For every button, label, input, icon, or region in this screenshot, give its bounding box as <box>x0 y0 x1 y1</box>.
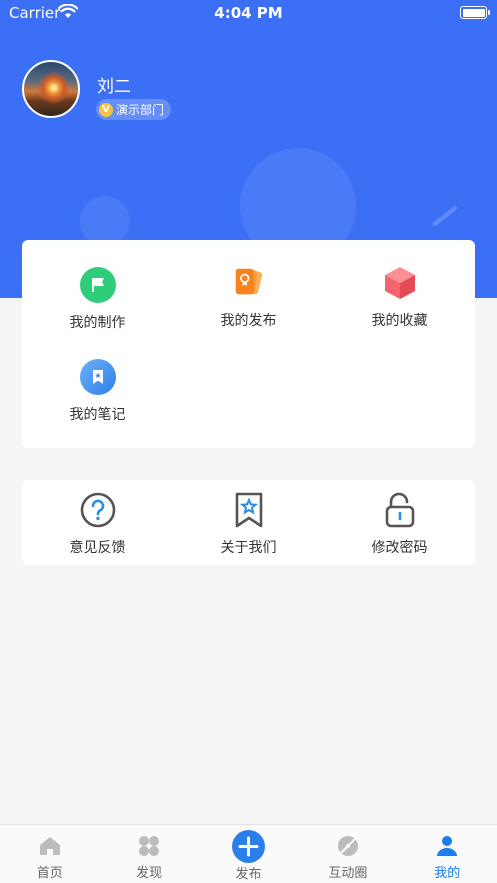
status-bar: Carrier 4:04 PM <box>0 0 497 26</box>
clover-icon <box>137 834 161 858</box>
tab-community-label: 互动圈 <box>328 866 368 881</box>
settings-card: 意见反馈 关于我们 修改密码 <box>22 480 475 565</box>
battery-icon <box>460 6 490 19</box>
my-publications-label: 我的发布 <box>220 313 277 329</box>
status-time: 4:04 PM <box>214 4 283 22</box>
unlock-icon <box>382 492 418 528</box>
tab-publish-label: 发布 <box>235 867 262 882</box>
feedback-button[interactable]: 意见反馈 <box>22 492 173 557</box>
department-badge: V 演示部门 <box>96 99 172 120</box>
avatar[interactable] <box>22 60 80 118</box>
compass-slash-icon <box>336 834 360 858</box>
features-card: 我的制作 我的发布 我的收藏 我的笔记 <box>22 240 475 448</box>
plus-icon <box>231 830 265 863</box>
bookmark-note-icon <box>79 359 116 395</box>
change-password-label: 修改密码 <box>371 540 428 556</box>
cards-icon <box>231 265 267 301</box>
about-us-button[interactable]: 关于我们 <box>173 492 324 557</box>
person-icon <box>435 834 459 858</box>
decor-line <box>431 205 459 227</box>
tab-publish[interactable]: 发布 <box>199 825 298 883</box>
bottom-tab-bar: 首页 发现 发布 互动圈 我的 <box>0 824 497 883</box>
my-productions-button[interactable]: 我的制作 <box>22 267 173 332</box>
home-icon <box>38 834 62 858</box>
tab-home[interactable]: 首页 <box>0 825 99 883</box>
department-label: 演示部门 <box>116 103 165 117</box>
my-publications-button[interactable]: 我的发布 <box>173 265 324 330</box>
my-notes-label: 我的笔记 <box>69 407 126 423</box>
my-favorites-button[interactable]: 我的收藏 <box>324 265 475 330</box>
my-productions-label: 我的制作 <box>69 315 126 331</box>
tab-discover-label: 发现 <box>136 866 163 881</box>
tab-home-label: 首页 <box>36 866 63 881</box>
my-notes-button[interactable]: 我的笔记 <box>22 359 173 424</box>
feedback-label: 意见反馈 <box>69 540 126 556</box>
question-icon <box>80 492 116 528</box>
decor-circle-small <box>80 196 130 246</box>
tab-mine[interactable]: 我的 <box>398 825 497 883</box>
tab-community[interactable]: 互动圈 <box>298 825 397 883</box>
change-password-button[interactable]: 修改密码 <box>324 492 475 557</box>
tab-discover[interactable]: 发现 <box>99 825 198 883</box>
cube-icon <box>382 265 418 301</box>
verified-icon: V <box>99 102 113 117</box>
about-us-label: 关于我们 <box>220 540 277 556</box>
tab-mine-label: 我的 <box>434 866 461 881</box>
star-bookmark-icon <box>231 492 267 528</box>
my-favorites-label: 我的收藏 <box>371 313 428 329</box>
user-name: 刘二 <box>97 77 131 97</box>
flag-icon <box>79 267 116 303</box>
